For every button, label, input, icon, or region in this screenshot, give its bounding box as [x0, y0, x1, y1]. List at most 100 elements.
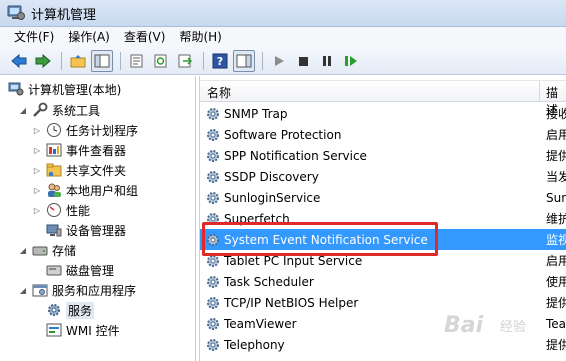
tree-item-wmi-control[interactable]: WMI 控件 — [46, 320, 120, 340]
service-name: Software Protection — [224, 127, 342, 142]
collapsed-arrow-icon[interactable]: ▷ — [32, 206, 42, 215]
pause-icon[interactable] — [316, 50, 338, 72]
refresh-icon[interactable] — [150, 50, 172, 72]
service-row[interactable]: Telephony 提供 — [200, 334, 566, 355]
toolbar-separator — [120, 52, 121, 70]
watermark-subtitle: 经验 — [500, 320, 527, 335]
resume-icon[interactable] — [340, 50, 362, 72]
stop-icon[interactable] — [292, 50, 314, 72]
service-gear-icon — [205, 295, 221, 311]
computer-management-icon — [8, 81, 24, 97]
tree-item-task-scheduler[interactable]: ▷ 任务计划程序 — [32, 120, 138, 140]
service-description: 提供 — [546, 149, 566, 163]
service-name: SNMP Trap — [224, 106, 288, 121]
menu-action[interactable]: 操作(A) — [61, 27, 117, 48]
tree-item-system-tools[interactable]: ◢ 系统工具 — [18, 100, 100, 120]
menu-bar: 文件(F) 操作(A) 查看(V) 帮助(H) — [0, 27, 566, 48]
device-manager-icon — [46, 222, 62, 238]
tree-item-services-apps[interactable]: ◢ 服务和应用程序 — [18, 280, 136, 300]
toolbar: ? — [0, 48, 566, 75]
show-tree-icon[interactable] — [91, 50, 113, 72]
help-icon[interactable]: ? — [209, 50, 231, 72]
services-apps-icon — [32, 282, 48, 298]
shared-folder-icon — [46, 162, 62, 178]
service-row[interactable]: SSDP Discovery 当发 — [200, 166, 566, 187]
back-icon[interactable] — [8, 50, 30, 72]
tree-item-services[interactable]: 服务 — [46, 300, 95, 320]
users-icon — [46, 182, 62, 198]
column-header-name[interactable]: 名称 — [207, 84, 231, 101]
tree-item-label: 任务计划程序 — [66, 123, 139, 138]
tree-item-local-users[interactable]: ▷ 本地用户和组 — [32, 180, 138, 200]
show-action-pane-icon[interactable] — [233, 50, 255, 72]
tree-item-device-manager[interactable]: 设备管理器 — [46, 220, 126, 240]
service-name: Telephony — [224, 337, 285, 352]
service-gear-icon — [205, 148, 221, 164]
toolbar-separator — [203, 52, 204, 70]
list-header: 名称 描述 — [200, 80, 566, 117]
clock-icon — [46, 122, 62, 138]
service-gear-icon — [205, 190, 221, 206]
service-row[interactable]: SPP Notification Service 提供 — [200, 145, 566, 166]
tree-item-label: 磁盘管理 — [66, 263, 115, 278]
service-row[interactable]: TCP/IP NetBIOS Helper 提供 — [200, 292, 566, 313]
export-icon[interactable] — [174, 50, 196, 72]
tree-item-label: 存储 — [52, 243, 77, 258]
title-bar: 计算机管理 — [0, 0, 566, 27]
tree-item-label: 设备管理器 — [66, 223, 127, 238]
collapsed-arrow-icon[interactable]: ▷ — [32, 126, 42, 135]
menu-help[interactable]: 帮助(H) — [172, 27, 228, 48]
service-description: 监视 — [546, 233, 566, 247]
play-icon[interactable] — [268, 50, 290, 72]
service-row[interactable]: Software Protection 启用 — [200, 124, 566, 145]
properties-icon[interactable] — [126, 50, 148, 72]
navigation-tree: 计算机管理(本地) ◢ 系统工具 ▷ 任务计划程序 ▷ 事件查看器 ▷ 共享文件… — [0, 76, 196, 361]
service-name: TCP/IP NetBIOS Helper — [224, 295, 359, 310]
tree-item-shared-folders[interactable]: ▷ 共享文件夹 — [32, 160, 126, 180]
service-name: Task Scheduler — [224, 274, 314, 289]
window-title: 计算机管理 — [31, 7, 97, 23]
tree-item-label: 共享文件夹 — [66, 163, 127, 178]
tree-item-storage[interactable]: ◢ 存储 — [18, 240, 76, 260]
service-gear-icon — [205, 337, 221, 353]
tree-item-label: 服务和应用程序 — [52, 283, 137, 298]
service-name: SunloginService — [224, 190, 321, 205]
service-description: 当发 — [546, 170, 566, 184]
collapsed-arrow-icon[interactable]: ▷ — [32, 166, 42, 175]
service-gear-icon — [205, 316, 221, 332]
service-description: 提供 — [546, 338, 566, 352]
service-description: 接收 — [546, 107, 566, 121]
expanded-arrow-icon[interactable]: ◢ — [18, 246, 28, 255]
menu-view[interactable]: 查看(V) — [117, 27, 173, 48]
collapsed-arrow-icon[interactable]: ▷ — [32, 146, 42, 155]
tree-item-performance[interactable]: ▷ 性能 — [32, 200, 90, 220]
tools-icon — [32, 102, 48, 118]
service-description: 启用 — [546, 254, 566, 268]
tree-item-disk-management[interactable]: 磁盘管理 — [46, 260, 114, 280]
column-divider[interactable] — [539, 81, 540, 102]
toolbar-separator — [262, 52, 263, 70]
expanded-arrow-icon[interactable]: ◢ — [18, 286, 28, 295]
disk-icon — [46, 262, 62, 278]
service-row[interactable]: SunloginService Sunlo — [200, 187, 566, 208]
watermark-logo: Bai — [444, 313, 484, 338]
tree-item-label: 服务 — [66, 301, 95, 319]
tree-item-label: 事件查看器 — [66, 143, 127, 158]
service-description: Tea — [546, 316, 566, 331]
storage-icon — [32, 242, 48, 258]
service-row[interactable]: Task Scheduler 使用 — [200, 271, 566, 292]
expanded-arrow-icon[interactable]: ◢ — [18, 106, 28, 115]
tree-item-event-viewer[interactable]: ▷ 事件查看器 — [32, 140, 126, 160]
gear-icon — [46, 302, 62, 318]
menu-file[interactable]: 文件(F) — [0, 27, 61, 48]
up-folder-icon[interactable] — [67, 50, 89, 72]
svg-text:?: ? — [217, 55, 223, 68]
service-description: 启用 — [546, 128, 566, 142]
tree-item-label: 本地用户和组 — [66, 183, 139, 198]
forward-icon[interactable] — [32, 50, 54, 72]
collapsed-arrow-icon[interactable]: ▷ — [32, 186, 42, 195]
service-description: 维护 — [546, 212, 566, 226]
tree-item-label: 系统工具 — [52, 103, 101, 118]
service-row[interactable]: SNMP Trap 接收 — [200, 103, 566, 124]
tree-root[interactable]: 计算机管理(本地) — [8, 79, 121, 99]
